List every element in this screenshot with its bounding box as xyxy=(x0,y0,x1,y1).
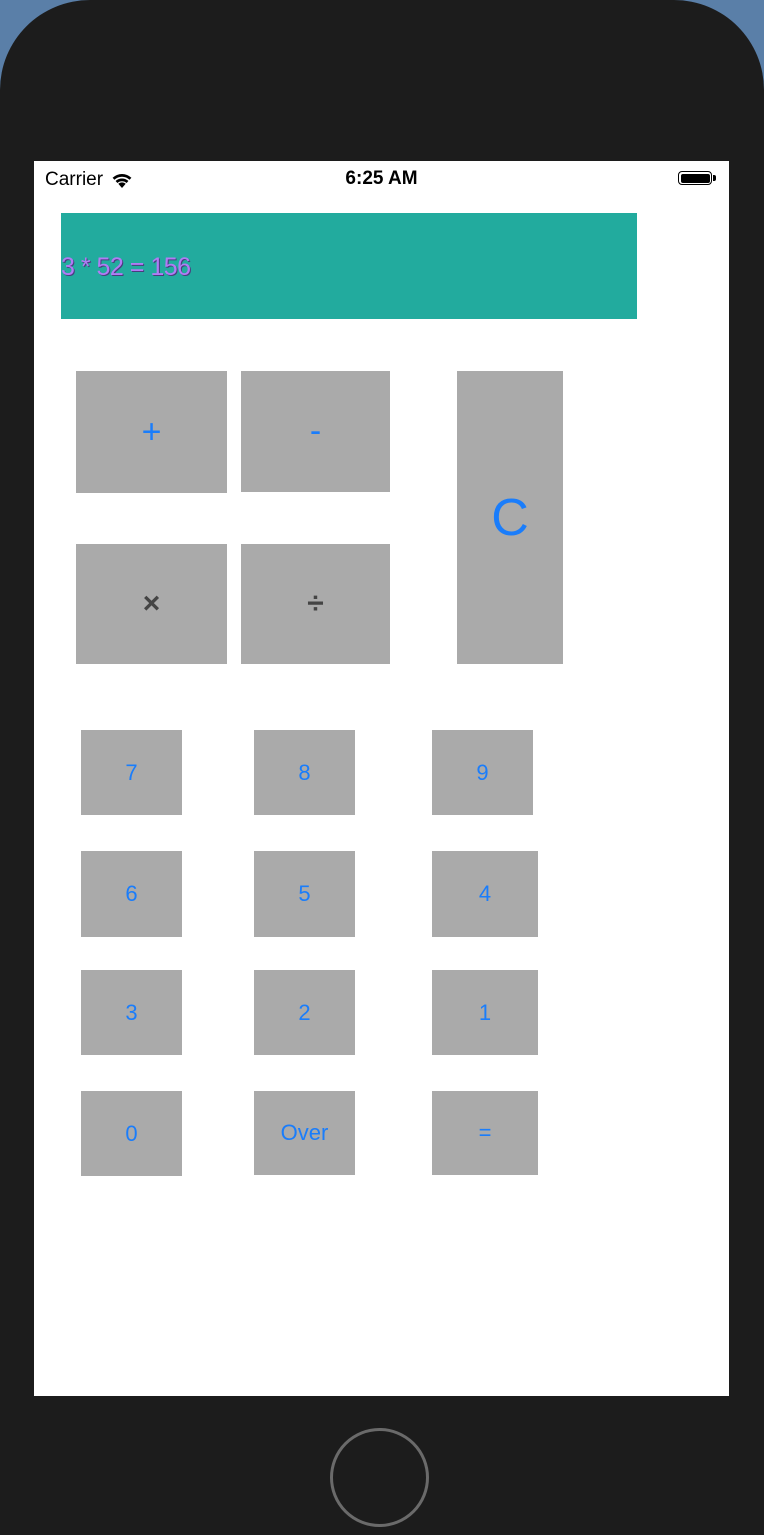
over-button[interactable]: Over xyxy=(254,1091,355,1175)
battery-icon xyxy=(678,171,718,187)
plus-button[interactable]: + xyxy=(76,371,227,493)
result-display: 3 * 52 = 156 xyxy=(61,213,637,319)
equals-button[interactable]: = xyxy=(432,1091,538,1175)
digit-7-button[interactable]: 7 xyxy=(81,730,182,815)
minus-button[interactable]: - xyxy=(241,371,390,492)
phone-frame: Carrier 6:25 AM 3 * 52 = 156 + - × ÷ C 7… xyxy=(0,0,764,1535)
app-screen: Carrier 6:25 AM 3 * 52 = 156 + - × ÷ C 7… xyxy=(34,161,729,1396)
digit-1-button[interactable]: 1 xyxy=(432,970,538,1055)
digit-2-button[interactable]: 2 xyxy=(254,970,355,1055)
home-button[interactable] xyxy=(330,1428,429,1527)
divide-button[interactable]: ÷ xyxy=(241,544,390,664)
digit-6-button[interactable]: 6 xyxy=(81,851,182,937)
result-display-text: 3 * 52 = 156 xyxy=(61,252,191,281)
digit-0-button[interactable]: 0 xyxy=(81,1091,182,1176)
digit-8-button[interactable]: 8 xyxy=(254,730,355,815)
digit-5-button[interactable]: 5 xyxy=(254,851,355,937)
digit-4-button[interactable]: 4 xyxy=(432,851,538,937)
clear-button[interactable]: C xyxy=(457,371,563,664)
status-bar: Carrier 6:25 AM xyxy=(34,161,729,197)
digit-3-button[interactable]: 3 xyxy=(81,970,182,1055)
multiply-button[interactable]: × xyxy=(76,544,227,664)
digit-9-button[interactable]: 9 xyxy=(432,730,533,815)
status-time: 6:25 AM xyxy=(345,168,418,189)
